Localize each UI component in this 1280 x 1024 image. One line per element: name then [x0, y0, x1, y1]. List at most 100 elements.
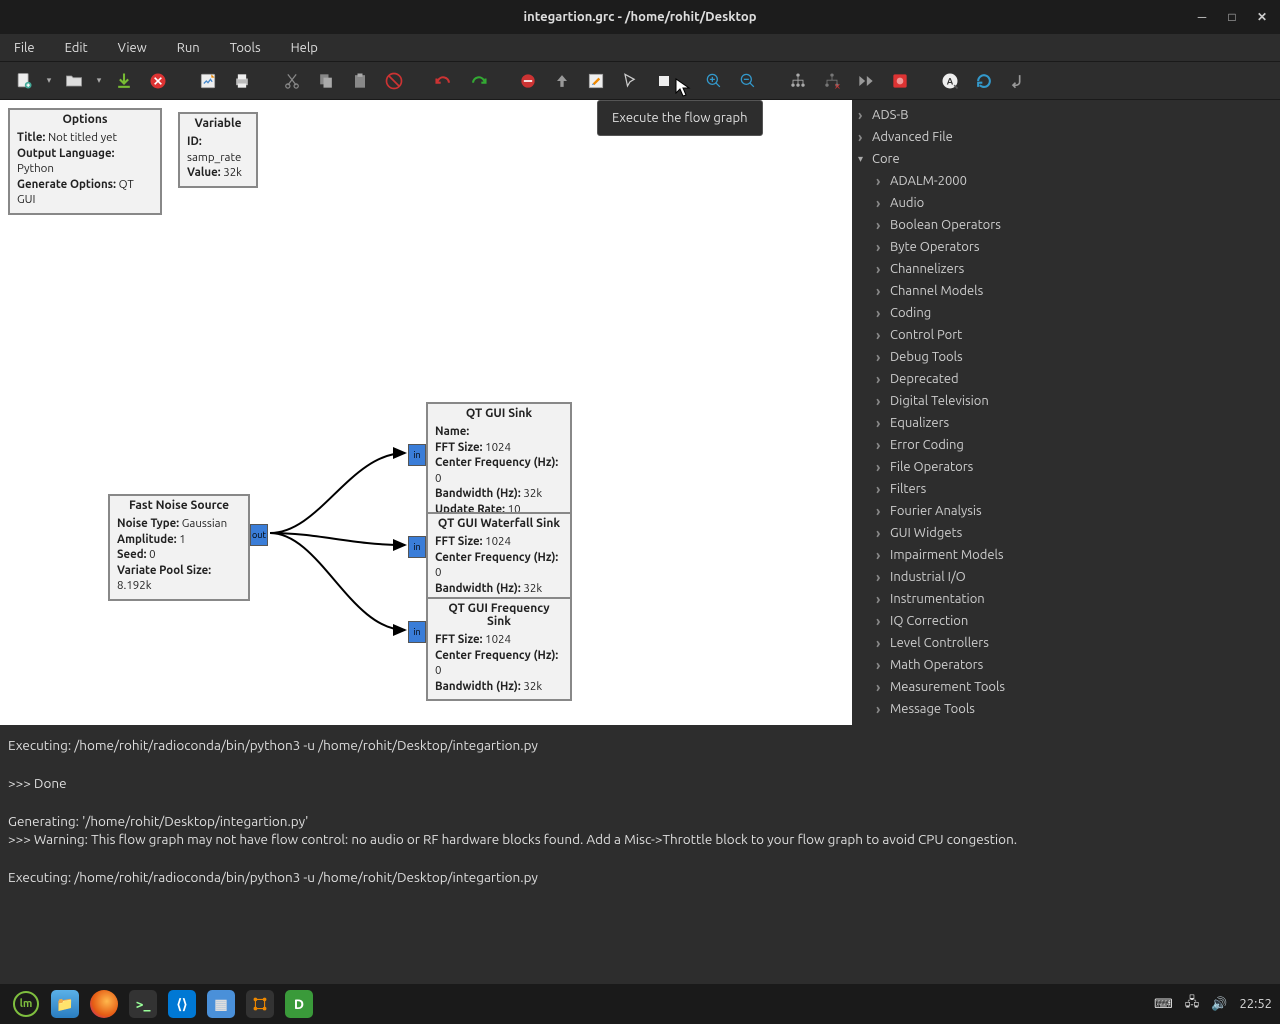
- zoom-in-icon[interactable]: [700, 67, 728, 95]
- keyboard-icon[interactable]: ⌨: [1154, 997, 1173, 1012]
- port-in[interactable]: in: [408, 536, 426, 558]
- app-grid-icon[interactable]: ▦: [203, 986, 239, 1022]
- menu-tools[interactable]: Tools: [224, 39, 267, 57]
- block-qt-gui-waterfall-sink[interactable]: QT GUI Waterfall Sink FFT Size: 1024 Cen…: [426, 512, 572, 603]
- menu-edit[interactable]: Edit: [59, 39, 94, 57]
- tree-item-level-controllers[interactable]: Level Controllers: [852, 632, 1280, 654]
- minimize-button[interactable]: ─: [1190, 5, 1214, 29]
- block-options-body: Title: Not titled yet Output Language: P…: [10, 128, 160, 213]
- tree-item-iq-correction[interactable]: IQ Correction: [852, 610, 1280, 632]
- paste-button[interactable]: [346, 67, 374, 95]
- copy-button[interactable]: [312, 67, 340, 95]
- tree-item-ads-b[interactable]: ADS-B: [852, 104, 1280, 126]
- new-file-dropdown[interactable]: ▾: [44, 75, 54, 86]
- block-options-title: Options: [10, 110, 160, 128]
- return-icon[interactable]: [1004, 67, 1032, 95]
- error-circle-icon[interactable]: [514, 67, 542, 95]
- tree-cut-icon[interactable]: [818, 67, 846, 95]
- open-file-dropdown[interactable]: ▾: [94, 75, 104, 86]
- start-menu-button[interactable]: lm: [8, 986, 44, 1022]
- flowgraph-canvas[interactable]: Options Title: Not titled yet Output Lan…: [0, 100, 852, 725]
- rotate-icon[interactable]: [548, 67, 576, 95]
- block-qt-freq-body: FFT Size: 1024 Center Frequency (Hz): 0 …: [428, 630, 570, 699]
- window-controls: ─ □ ✕: [1190, 5, 1274, 29]
- vscode-icon[interactable]: ⟨⟩: [164, 986, 200, 1022]
- tree-item-boolean-operators[interactable]: Boolean Operators: [852, 214, 1280, 236]
- close-button[interactable]: ✕: [1250, 5, 1274, 29]
- tree-item-impairment-models[interactable]: Impairment Models: [852, 544, 1280, 566]
- tree-item-error-coding[interactable]: Error Coding: [852, 434, 1280, 456]
- block-variable[interactable]: Variable ID: samp_rate Value: 32k: [178, 112, 258, 188]
- tree-item-channel-models[interactable]: Channel Models: [852, 280, 1280, 302]
- tree-item-coding[interactable]: Coding: [852, 302, 1280, 324]
- open-file-button[interactable]: [60, 67, 88, 95]
- cut-button[interactable]: [278, 67, 306, 95]
- menu-file[interactable]: File: [8, 39, 41, 57]
- search-button[interactable]: A: [936, 67, 964, 95]
- delete-button[interactable]: [380, 67, 408, 95]
- undo-button[interactable]: [430, 67, 458, 95]
- maximize-button[interactable]: □: [1220, 5, 1244, 29]
- tray: ⌨ 🖧 🔊 22:52: [1154, 993, 1272, 1015]
- firefox-icon[interactable]: [86, 986, 122, 1022]
- terminal-icon[interactable]: >_: [125, 986, 161, 1022]
- block-qt-gui-sink[interactable]: QT GUI Sink Name: FFT Size: 1024 Center …: [426, 402, 572, 524]
- file-manager-icon[interactable]: 📁: [47, 986, 83, 1022]
- tree-item-message-tools[interactable]: Message Tools: [852, 698, 1280, 720]
- tree-item-core[interactable]: Core: [852, 148, 1280, 170]
- tree-item-file-operators[interactable]: File Operators: [852, 456, 1280, 478]
- print-button[interactable]: [228, 67, 256, 95]
- tree-item-debug-tools[interactable]: Debug Tools: [852, 346, 1280, 368]
- volume-icon[interactable]: 🔊: [1211, 997, 1227, 1012]
- tree-icon[interactable]: [784, 67, 812, 95]
- tree-item-industrial-i-o[interactable]: Industrial I/O: [852, 566, 1280, 588]
- tree-item-instrumentation[interactable]: Instrumentation: [852, 588, 1280, 610]
- port-out[interactable]: out: [250, 524, 268, 546]
- close-file-button[interactable]: [144, 67, 172, 95]
- app-d-icon[interactable]: D: [281, 986, 317, 1022]
- tree-item-audio[interactable]: Audio: [852, 192, 1280, 214]
- reload-button[interactable]: [970, 67, 998, 95]
- clock[interactable]: 22:52: [1239, 997, 1272, 1011]
- tree-item-deprecated[interactable]: Deprecated: [852, 368, 1280, 390]
- gnuradio-icon[interactable]: [242, 986, 278, 1022]
- tree-item-measurement-tools[interactable]: Measurement Tools: [852, 676, 1280, 698]
- stop-button[interactable]: [650, 67, 678, 95]
- tree-item-byte-operators[interactable]: Byte Operators: [852, 236, 1280, 258]
- screenshot-button[interactable]: [194, 67, 222, 95]
- redo-button[interactable]: [464, 67, 492, 95]
- tree-item-misc[interactable]: Misc: [852, 720, 1280, 725]
- block-options[interactable]: Options Title: Not titled yet Output Lan…: [8, 108, 162, 215]
- module-tree[interactable]: ADS-B Advanced File Core ADALM-2000Audio…: [852, 100, 1280, 725]
- port-in[interactable]: in: [408, 621, 426, 643]
- main-area: Options Title: Not titled yet Output Lan…: [0, 100, 1280, 725]
- port-in[interactable]: in: [408, 444, 426, 466]
- menubar: File Edit View Run Tools Help: [0, 34, 1280, 62]
- new-file-button[interactable]: [10, 67, 38, 95]
- tree-item-channelizers[interactable]: Channelizers: [852, 258, 1280, 280]
- save-button[interactable]: [110, 67, 138, 95]
- fast-forward-icon[interactable]: [852, 67, 880, 95]
- menu-help[interactable]: Help: [285, 39, 324, 57]
- tree-item-adalm-2000[interactable]: ADALM-2000: [852, 170, 1280, 192]
- tree-item-equalizers[interactable]: Equalizers: [852, 412, 1280, 434]
- tree-item-fourier-analysis[interactable]: Fourier Analysis: [852, 500, 1280, 522]
- tree-item-advanced-file[interactable]: Advanced File: [852, 126, 1280, 148]
- console-line: >>> Done: [8, 775, 1272, 792]
- tree-item-control-port[interactable]: Control Port: [852, 324, 1280, 346]
- edit-icon[interactable]: [582, 67, 610, 95]
- zoom-out-icon[interactable]: [734, 67, 762, 95]
- block-fast-noise-source[interactable]: Fast Noise Source Noise Type: Gaussian A…: [108, 494, 250, 601]
- menu-run[interactable]: Run: [171, 39, 206, 57]
- block-variable-title: Variable: [180, 114, 256, 132]
- tree-item-math-operators[interactable]: Math Operators: [852, 654, 1280, 676]
- tree-item-gui-widgets[interactable]: GUI Widgets: [852, 522, 1280, 544]
- select-icon[interactable]: [616, 67, 644, 95]
- block-qt-gui-frequency-sink[interactable]: QT GUI Frequency Sink FFT Size: 1024 Cen…: [426, 597, 572, 701]
- tree-item-filters[interactable]: Filters: [852, 478, 1280, 500]
- network-icon[interactable]: 🖧: [1185, 993, 1200, 1015]
- console-line: >>> Warning: This flow graph may not hav…: [8, 831, 1272, 848]
- record-icon[interactable]: [886, 67, 914, 95]
- menu-view[interactable]: View: [112, 39, 153, 57]
- tree-item-digital-television[interactable]: Digital Television: [852, 390, 1280, 412]
